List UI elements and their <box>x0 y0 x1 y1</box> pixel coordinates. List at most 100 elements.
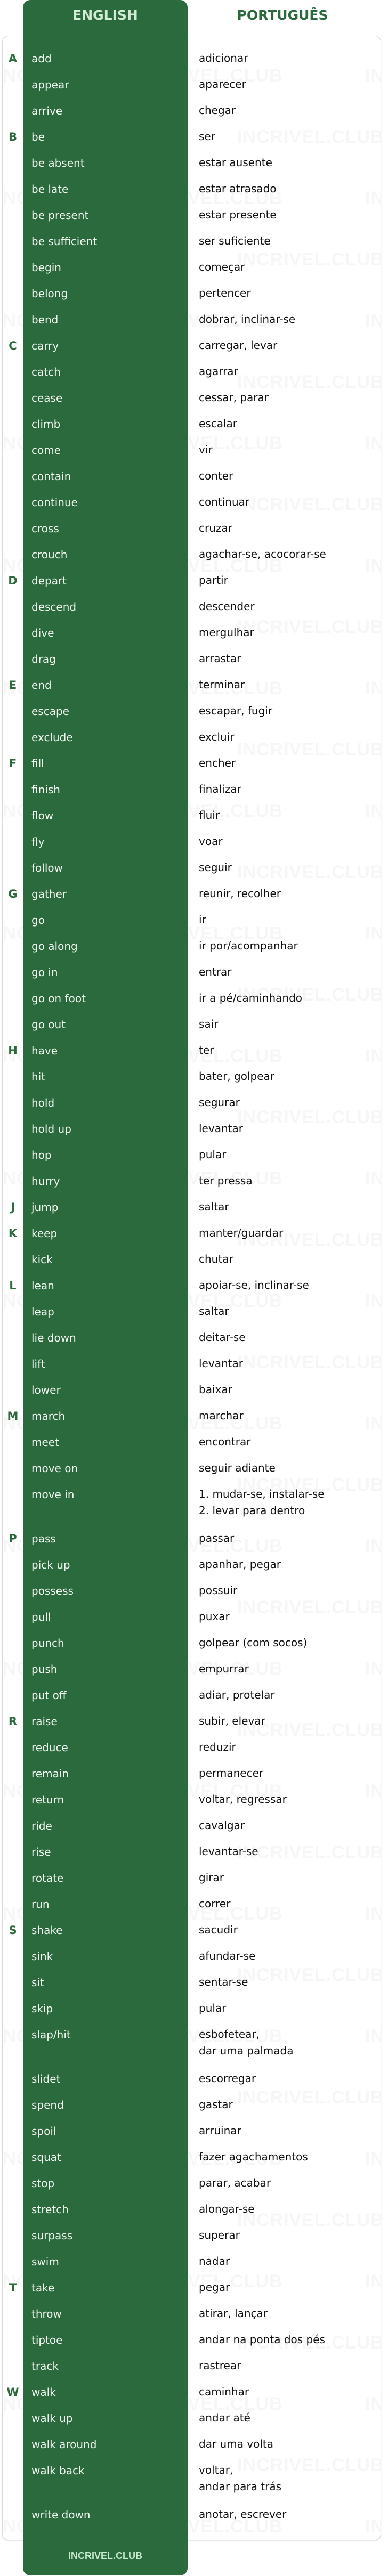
english-word: belong <box>31 287 68 300</box>
vocab-row: walk around dar uma volta <box>0 2437 388 2464</box>
vocab-row: hurry ter pressa <box>0 1174 388 1200</box>
portuguese-translation: voltar, andar para trás <box>199 2464 281 2493</box>
english-word: shake <box>31 1924 63 1937</box>
portuguese-translation: passar <box>199 1532 235 1545</box>
english-column-header: ENGLISH <box>72 7 138 23</box>
vocab-row: Aadd adicionar <box>0 52 388 78</box>
portuguese-translation: correr <box>199 1897 231 1910</box>
portuguese-translation: ser <box>199 130 215 143</box>
portuguese-translation: terminar <box>199 678 245 691</box>
vocab-row: go on foot ir a pé/caminhando <box>0 992 388 1018</box>
portuguese-translation: ir <box>199 913 206 926</box>
english-word: squat <box>31 2151 61 2164</box>
vocab-row: go along ir por/acompanhar <box>0 939 388 965</box>
portuguese-translation: sair <box>199 1018 219 1030</box>
vocab-row: be late estar atrasado <box>0 182 388 208</box>
vocab-row: Llean apoiar-se, inclinar-se <box>0 1279 388 1305</box>
alphabet-letter: T <box>9 2281 17 2294</box>
vocab-row: Hhave ter <box>0 1044 388 1070</box>
vocab-row: be present estar presente <box>0 208 388 234</box>
portuguese-translation: pular <box>199 2002 227 2014</box>
portuguese-translation: gastar <box>199 2098 233 2111</box>
alphabet-letter: R <box>8 1715 18 1728</box>
portuguese-translation: marchar <box>199 1409 244 1422</box>
english-word: write down <box>31 2508 91 2521</box>
portuguese-translation: cruzar <box>199 522 232 534</box>
english-word: lean <box>31 1279 54 1292</box>
portuguese-column-header: PORTUGUÊS <box>237 7 328 23</box>
vocab-row: Ggather reunir, recolher <box>0 887 388 913</box>
english-word: contain <box>31 470 71 483</box>
vocab-row: come vir <box>0 443 388 469</box>
english-word: gather <box>31 888 67 900</box>
english-word: cease <box>31 392 63 404</box>
vocab-row: Ppass passar <box>0 1532 388 1558</box>
vocab-row: climb escalar <box>0 417 388 443</box>
vocab-row: Rraise subir, elevar <box>0 1714 388 1741</box>
vocab-row: appear aparecer <box>0 78 388 104</box>
english-word: kick <box>31 1253 53 1266</box>
portuguese-translation: parar, acabar <box>199 2176 271 2189</box>
vocab-row: be absent estar ausente <box>0 156 388 182</box>
vocab-row: rotate girar <box>0 1871 388 1897</box>
vocab-row: reduce reduzir <box>0 1741 388 1767</box>
english-word: continue <box>31 496 78 509</box>
english-word: move in <box>31 1488 75 1501</box>
vocab-row: descend descender <box>0 600 388 626</box>
vocab-row: lie down deitar-se <box>0 1331 388 1357</box>
vocab-row: pull puxar <box>0 1610 388 1636</box>
portuguese-translation: baixar <box>199 1383 232 1396</box>
portuguese-translation: caminhar <box>199 2385 249 2398</box>
english-word: stop <box>31 2177 55 2190</box>
english-word: hop <box>31 1149 52 1161</box>
portuguese-translation: fazer agachamentos <box>199 2150 308 2163</box>
portuguese-translation: alongar-se <box>199 2203 255 2215</box>
vocab-row: kick chutar <box>0 1253 388 1279</box>
english-word: track <box>31 2360 59 2372</box>
portuguese-translation: pular <box>199 1148 227 1161</box>
portuguese-translation: adiar, protelar <box>199 1688 275 1701</box>
portuguese-translation: saltar <box>199 1200 229 1213</box>
portuguese-translation: golpear (com socos) <box>199 1636 308 1649</box>
portuguese-translation: anotar, escrever <box>199 2508 287 2521</box>
english-word: rotate <box>31 1872 64 1884</box>
portuguese-translation: voar <box>199 835 223 848</box>
portuguese-translation: agachar-se, acocorar-se <box>199 548 326 560</box>
vocab-row: continue continuar <box>0 495 388 522</box>
portuguese-translation: encher <box>199 757 236 769</box>
portuguese-translation: descender <box>199 600 255 613</box>
portuguese-translation: seguir adiante <box>199 1461 276 1474</box>
portuguese-translation: andar até <box>199 2411 250 2424</box>
english-word: escape <box>31 705 69 718</box>
portuguese-translation: pertencer <box>199 287 251 299</box>
portuguese-translation: ir a pé/caminhando <box>199 992 302 1004</box>
portuguese-translation: estar atrasado <box>199 182 277 195</box>
portuguese-translation: reduzir <box>199 1741 236 1753</box>
vocab-row: surpass superar <box>0 2229 388 2255</box>
english-word: keep <box>31 1227 58 1240</box>
portuguese-translation: chegar <box>199 104 236 117</box>
vocab-row: begin começar <box>0 261 388 287</box>
portuguese-translation: carregar, levar <box>199 339 278 352</box>
english-word: meet <box>31 1436 59 1449</box>
english-word: have <box>31 1044 58 1057</box>
portuguese-translation: saltar <box>199 1305 229 1318</box>
vocab-row: fly voar <box>0 835 388 861</box>
vocab-row: dive mergulhar <box>0 626 388 652</box>
english-word: tiptoe <box>31 2334 63 2346</box>
vocab-row: escape escapar, fugir <box>0 704 388 730</box>
english-word: hit <box>31 1070 46 1083</box>
vocab-row: Ttake pegar <box>0 2281 388 2307</box>
english-word: be late <box>31 183 69 196</box>
english-word: hold <box>31 1096 55 1109</box>
english-word: return <box>31 1793 64 1806</box>
portuguese-translation: chutar <box>199 1253 233 1265</box>
vocab-row: sink afundar-se <box>0 1949 388 1976</box>
portuguese-translation: entrar <box>199 965 232 978</box>
portuguese-translation: arruinar <box>199 2124 241 2137</box>
vocab-row: spoil arruinar <box>0 2124 388 2150</box>
english-word: push <box>31 1663 58 1676</box>
english-word: run <box>31 1898 50 1911</box>
english-word: pass <box>31 1532 56 1545</box>
english-word: exclude <box>31 731 73 744</box>
